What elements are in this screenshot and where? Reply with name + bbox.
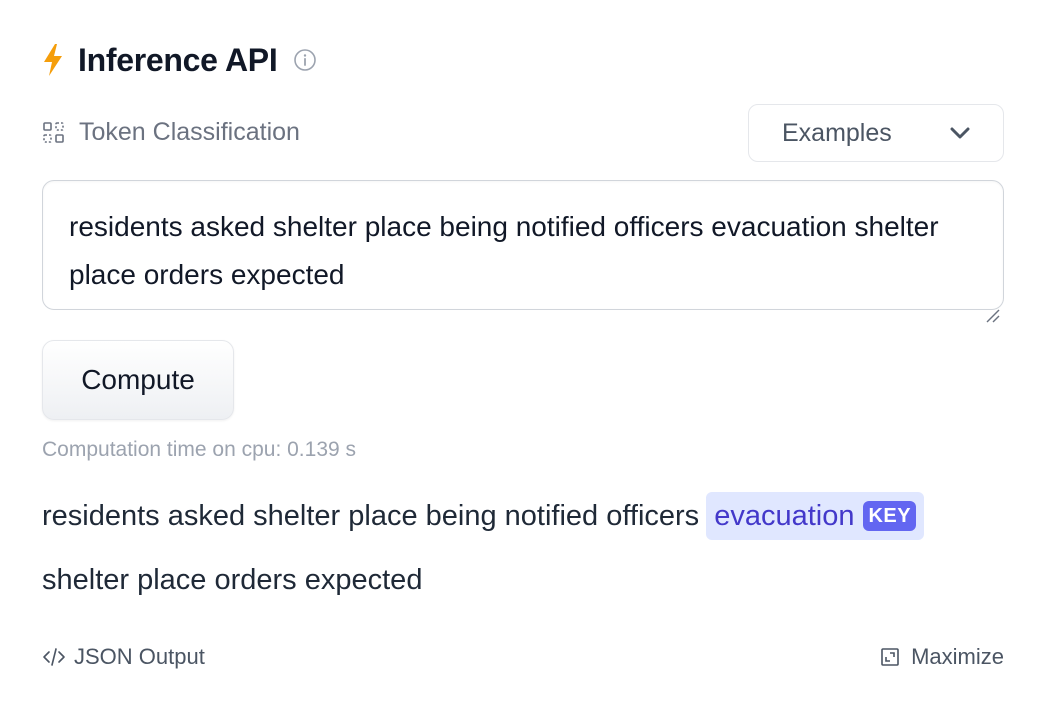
examples-label: Examples (782, 118, 892, 147)
examples-dropdown[interactable]: Examples (748, 104, 1004, 162)
json-output-label: JSON Output (74, 644, 205, 669)
compute-button[interactable]: Compute (42, 340, 234, 420)
entity-tag-badge: KEY (863, 501, 917, 531)
chevron-down-icon (949, 122, 971, 144)
info-circle-icon[interactable] (293, 48, 317, 72)
maximize-label: Maximize (911, 644, 1004, 669)
computation-time: Computation time on cpu: 0.139 s (42, 438, 357, 461)
task-label: Token Classification (79, 118, 300, 146)
result-text: shelter place orders expected (42, 563, 423, 596)
result-line: residents asked shelter place being noti… (42, 492, 925, 540)
widget-header: Inference API (42, 38, 317, 82)
result-line: shelter place orders expected (42, 556, 422, 604)
entity-text: evacuation (714, 499, 855, 532)
result-text: residents asked shelter place being noti… (42, 499, 700, 532)
entity-highlight: evacuation KEY (706, 492, 925, 540)
task-type: Token Classification (42, 118, 300, 147)
code-icon (42, 645, 66, 669)
input-textarea[interactable]: residents asked shelter place being noti… (42, 180, 1004, 323)
widget-footer: JSON Output Maximize (42, 644, 1004, 676)
maximize-button[interactable]: Maximize (880, 644, 1004, 670)
widget-title: Inference API (78, 41, 278, 78)
json-output-toggle[interactable]: JSON Output (42, 644, 205, 670)
resize-handle-icon[interactable] (984, 290, 1000, 323)
maximize-icon (880, 646, 902, 668)
input-text: residents asked shelter place being noti… (69, 211, 939, 290)
task-row: Token Classification Examples (42, 104, 1004, 162)
lightning-bolt-icon (42, 43, 66, 77)
token-classification-icon (42, 120, 68, 146)
